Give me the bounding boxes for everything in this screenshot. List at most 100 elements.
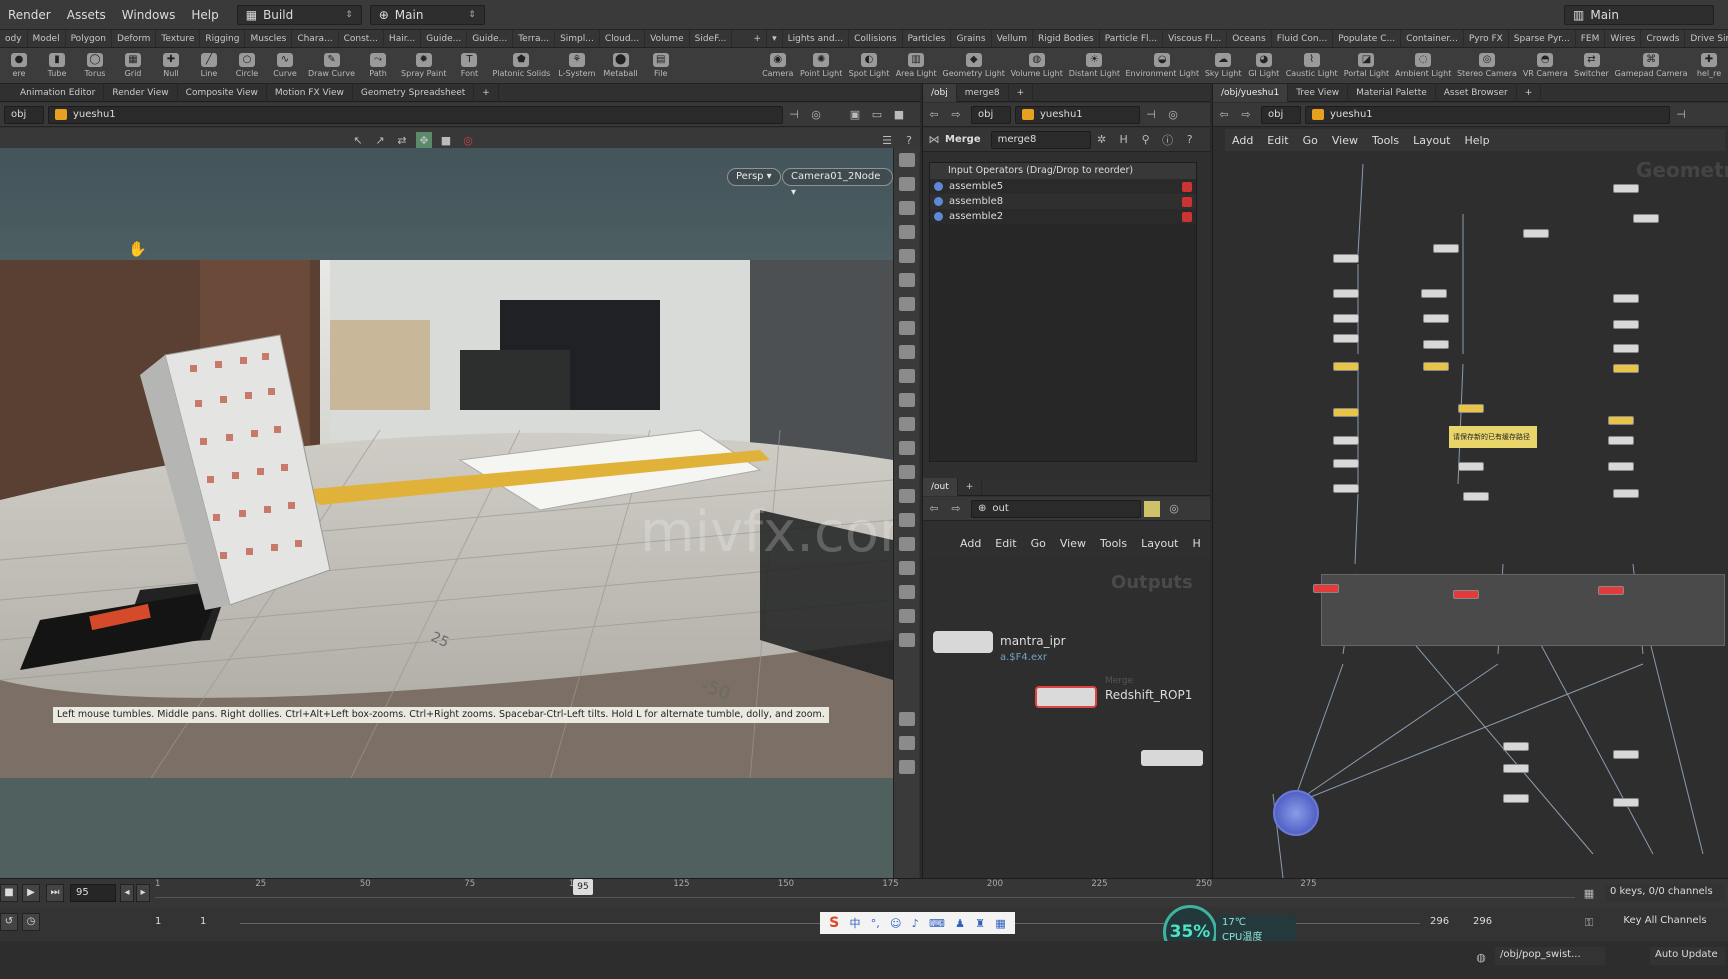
shelf-tool[interactable]: ╱ Line [190,49,228,83]
start-frame-field[interactable]: 1 [150,914,190,932]
shelf-tab[interactable]: Particle Fl... [1100,30,1164,47]
menu-item[interactable]: Go [1024,537,1053,550]
shelf-tool[interactable]: ▦ Grid [114,49,152,83]
shelf-menu-icon[interactable]: ▾ [767,30,783,47]
link-icon[interactable]: ◎ [808,107,824,123]
shelf-tab[interactable]: Viscous Fl... [1163,30,1228,47]
network-node[interactable] [1633,214,1659,223]
network-node[interactable] [1613,489,1639,498]
tab-geometry-spreadsheet[interactable]: Geometry Spreadsheet [353,84,475,102]
tab-out[interactable]: /out [923,478,958,496]
frame-marker[interactable]: 95 [573,879,593,895]
network-node[interactable] [1333,436,1359,445]
wire-icon[interactable] [898,465,915,479]
snapshot-icon[interactable]: ▣ [847,107,863,123]
shelf-tab[interactable]: Lights and... [783,30,850,47]
path-root[interactable]: obj [4,105,44,124]
shelf-tab[interactable]: Fluid Con... [1272,30,1334,47]
remove-input-icon[interactable] [1182,196,1192,207]
network-node[interactable] [1423,314,1449,323]
help-icon[interactable]: ? [1182,132,1198,148]
network-node[interactable] [1613,750,1639,759]
add-tab-button[interactable]: + [1517,84,1542,102]
shelf-tab[interactable]: ody [0,30,28,47]
shelf-tool[interactable]: ○ Circle [228,49,266,83]
redshift-rop-node[interactable] [1035,686,1097,708]
shelf-tab[interactable]: Populate C... [1333,30,1402,47]
node-name-field[interactable]: merge8 [990,130,1091,149]
menu-item[interactable]: H [1186,537,1208,550]
select-tool-icon[interactable]: ↖ [350,132,366,148]
pin-icon[interactable] [1144,500,1160,517]
shelf-tool[interactable]: ◕ GI Light [1245,49,1283,83]
shelf-tab[interactable]: Deform [112,30,157,47]
network-node[interactable] [1421,289,1447,298]
network-node[interactable] [1608,416,1634,425]
play-button[interactable]: ▶ [22,884,40,902]
network-node[interactable] [1463,492,1489,501]
brush-icon[interactable] [898,441,915,455]
path-node-field[interactable]: yueshu1 [48,105,783,124]
shelf-tab[interactable]: Volume [645,30,690,47]
bookmark-icon[interactable]: ▦ [1581,885,1597,901]
maximize-icon[interactable]: ■ [891,107,907,123]
network-node[interactable] [1333,362,1359,371]
record-icon[interactable]: ◎ [460,132,476,148]
shelf-tab[interactable]: Terra... [513,30,556,47]
tab-motion-fx-view[interactable]: Motion FX View [267,84,353,102]
tab-animation-editor[interactable]: Animation Editor [0,84,105,102]
link-icon[interactable]: ◎ [1165,107,1181,123]
remove-input-icon[interactable] [1182,211,1192,222]
sticky-note[interactable]: 请保存新的已有缓存路径 [1449,426,1537,448]
menu-item[interactable]: Add [953,537,988,550]
shelf-tab[interactable]: Grains [951,30,992,47]
shelf-tool[interactable]: ◓ VR Camera [1520,49,1571,83]
tab-merge8[interactable]: merge8 [957,84,1009,102]
menu-render[interactable]: Render [0,8,59,22]
shelf-tool[interactable]: ▮ Tube [38,49,76,83]
network-node[interactable] [1523,229,1549,238]
info-icon[interactable] [898,712,915,726]
shelf-tab[interactable]: Texture [156,30,201,47]
shelf-tab[interactable]: Polygon [66,30,112,47]
menu-item[interactable]: View [1053,537,1093,550]
shelf-tab[interactable]: Drive Sim... [1685,30,1728,47]
end-frame-field-2[interactable]: 296 [1468,914,1508,932]
pose-tool-icon[interactable]: ■ [438,132,454,148]
shelf-tool[interactable]: ∿ Curve [266,49,304,83]
shelf-tool[interactable]: ▥ Area Light [893,49,940,83]
network-node[interactable] [1333,459,1359,468]
shelf-tab[interactable]: Vellum [992,30,1034,47]
right-desktop-select[interactable]: ▥ Main [1564,4,1714,25]
shelf-tab[interactable]: Guide... [421,30,468,47]
network-node[interactable] [1313,584,1339,593]
shelf-tab[interactable]: FEM [1576,30,1606,47]
network-node[interactable] [1613,344,1639,353]
shelf-tool[interactable]: ⬤ Metaball [599,49,641,83]
back-icon[interactable]: ⇦ [926,107,942,123]
shelf-tab[interactable]: Rigid Bodies [1033,30,1100,47]
mantra-ipr-node[interactable] [933,631,993,653]
input-row[interactable]: assemble5 [930,179,1196,194]
clock-button[interactable]: ◷ [22,913,40,931]
hda-icon[interactable]: H [1116,132,1132,148]
menu-item[interactable]: Tools [1365,134,1406,147]
shelf-tool[interactable]: ◌ Ambient Light [1392,49,1454,83]
stop-button[interactable]: ■ [0,884,18,902]
arrow-icon[interactable] [898,417,915,431]
network-node[interactable] [1458,462,1484,471]
shelf-tool[interactable]: ◒ Environment Light [1123,49,1202,83]
out-network-editor[interactable]: Outputs mantra_ipr a.$F4.exr Merge Redsh… [923,556,1210,878]
tab-composite-view[interactable]: Composite View [178,84,267,102]
info-icon[interactable]: ⓘ [1160,132,1176,148]
step-forward-button[interactable]: ▸ [136,884,150,902]
group-icon[interactable] [898,345,915,359]
shelf-tab[interactable]: Chara... [292,30,339,47]
shelf-tab[interactable]: Hair... [384,30,422,47]
shelf-tab[interactable]: Pyro FX [1464,30,1509,47]
shelf-tool[interactable]: ◆ Geometry Light [940,49,1008,83]
menu-item[interactable]: View [1325,134,1365,147]
path-root[interactable]: obj [1261,105,1301,124]
view-tool-icon[interactable]: ✥ [416,132,432,148]
menu-assets[interactable]: Assets [59,8,114,22]
